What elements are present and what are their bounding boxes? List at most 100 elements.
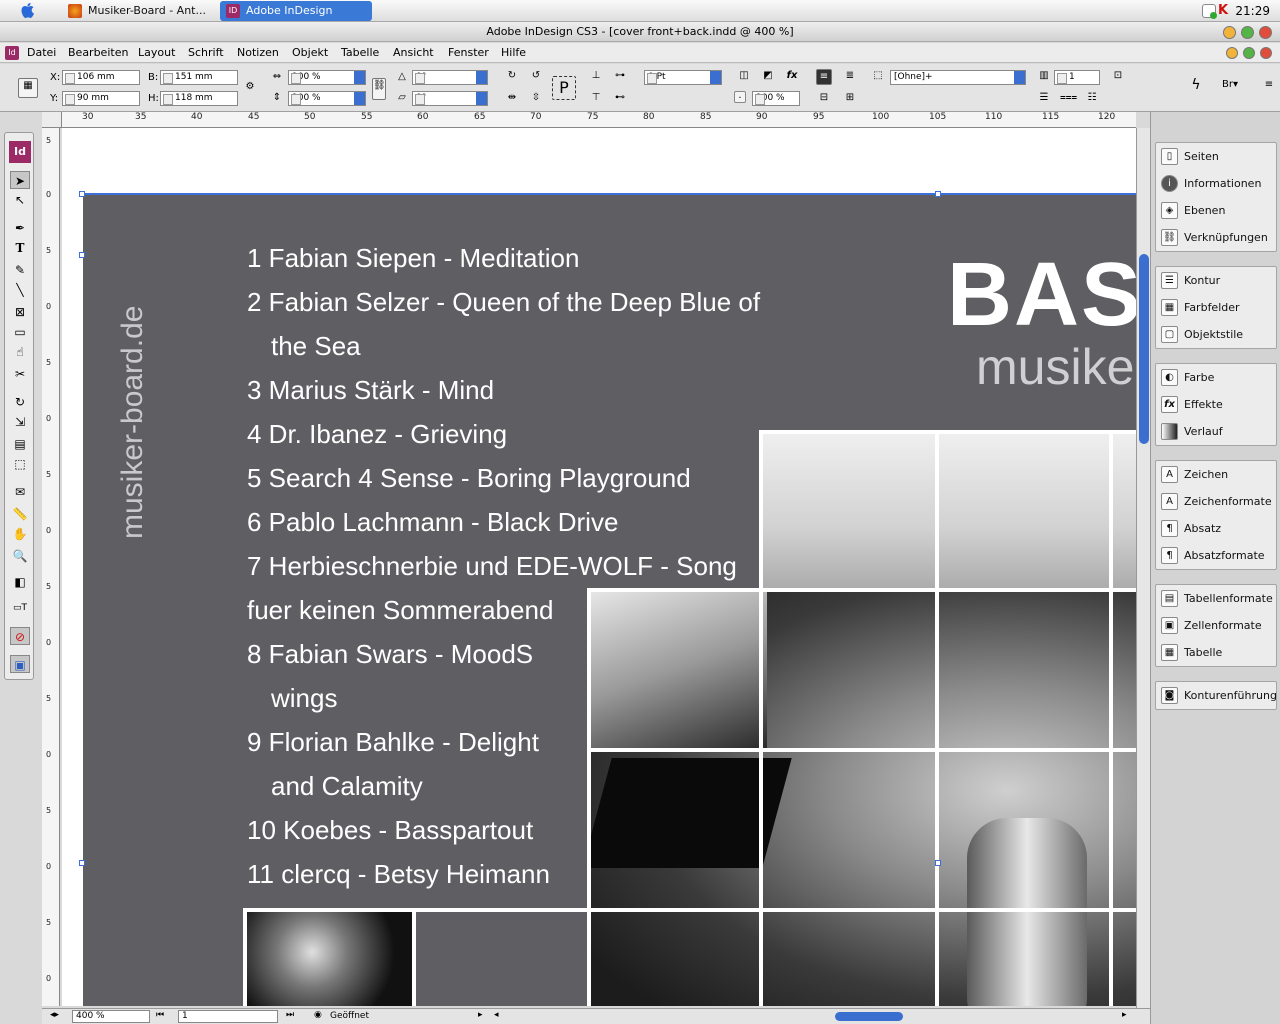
- height-field[interactable]: 118 mm: [160, 91, 238, 106]
- panel-object-styles[interactable]: ▢ Objektstile: [1156, 321, 1276, 348]
- menu-notizen[interactable]: Notizen: [237, 43, 279, 63]
- align-center-icon[interactable]: ⊞: [842, 91, 858, 107]
- measure-tool-icon[interactable]: 📏: [10, 505, 30, 523]
- formatting-container-icon[interactable]: ▭T: [10, 599, 30, 617]
- menu-layout[interactable]: Layout: [138, 43, 175, 63]
- menu-bearbeiten[interactable]: Bearbeiten: [68, 43, 128, 63]
- panel-character[interactable]: A Zeichen: [1156, 461, 1276, 488]
- rotation-field[interactable]: 0°: [412, 70, 488, 85]
- panel-links[interactable]: ⛓ Verknüpfungen: [1156, 224, 1276, 251]
- width-field[interactable]: 151 mm: [160, 70, 238, 85]
- horizontal-ruler[interactable]: 30 35 40 45 50 55 60 65 70 75 80 85 90 9…: [62, 112, 1136, 128]
- select-container-icon[interactable]: ⊥: [588, 69, 604, 85]
- object-style-dropdown[interactable]: [Ohne]+: [890, 70, 1026, 85]
- bass-photo-top[interactable]: [759, 431, 1136, 591]
- stroke-weight-field[interactable]: 0 Pt: [644, 70, 722, 85]
- text-wrap-options-icon[interactable]: ⩶: [1060, 91, 1077, 107]
- menu-schrift[interactable]: Schrift: [188, 43, 224, 63]
- panel-info[interactable]: i Informationen: [1156, 170, 1276, 197]
- brand-subtitle[interactable]: musike: [976, 338, 1134, 396]
- text-frame-icon[interactable]: ≡: [816, 69, 832, 85]
- constrain-icon[interactable]: ⚙: [244, 80, 256, 96]
- scroll-left-icon[interactable]: ◂: [494, 1010, 499, 1020]
- panel-table[interactable]: ▦ Tabelle: [1156, 639, 1276, 666]
- rotate-cw-icon[interactable]: ↻: [504, 69, 520, 85]
- zoom-field[interactable]: 400 %: [72, 1010, 150, 1023]
- lightning-icon[interactable]: ϟ: [1188, 78, 1204, 94]
- align-top-icon[interactable]: ⊟: [816, 91, 832, 107]
- pen-tool-icon[interactable]: ✒: [10, 219, 30, 237]
- apple-icon[interactable]: [20, 3, 36, 19]
- constrain-proportions-icon[interactable]: ⛓: [372, 78, 386, 100]
- preflight-icon[interactable]: ◉: [314, 1010, 322, 1020]
- panel-layers[interactable]: ◈ Ebenen: [1156, 197, 1276, 224]
- view-toggle-icon[interactable]: ◂▸: [50, 1010, 59, 1020]
- y-position-field[interactable]: 90 mm: [62, 91, 140, 106]
- panel-effects[interactable]: fx Effekte: [1156, 391, 1276, 418]
- rotate-ccw-icon[interactable]: ↺: [528, 69, 544, 85]
- panel-color[interactable]: ◐ Farbe: [1156, 364, 1276, 391]
- selection-handle[interactable]: [79, 191, 85, 197]
- menu-objekt[interactable]: Objekt: [292, 43, 328, 63]
- note-tool-icon[interactable]: ✉: [10, 483, 30, 501]
- zoom-button[interactable]: [1241, 26, 1254, 39]
- scale-x-field[interactable]: 100 %: [288, 70, 366, 85]
- selection-handle[interactable]: [79, 252, 85, 258]
- button-tool-icon[interactable]: ☝: [10, 343, 30, 361]
- drop-shadow-icon[interactable]: ◩: [760, 69, 776, 85]
- panel-pages[interactable]: ▯ Seiten: [1156, 143, 1276, 170]
- flip-h-icon[interactable]: ⇹: [504, 91, 520, 107]
- panel-gradient[interactable]: Verlauf: [1156, 418, 1276, 445]
- select-content-icon[interactable]: ⊤: [588, 91, 604, 107]
- hand-tool-icon[interactable]: ✋: [10, 525, 30, 543]
- scale-tool-icon[interactable]: ⇲: [10, 413, 30, 431]
- type-tool-icon[interactable]: T: [10, 239, 30, 257]
- panel-stroke[interactable]: ☰ Kontur: [1156, 267, 1276, 294]
- doc-close-button[interactable]: [1260, 47, 1272, 59]
- vertical-url-text-frame[interactable]: musiker-board.de: [112, 249, 152, 539]
- selection-handle[interactable]: [935, 860, 941, 866]
- shear-field[interactable]: 0°: [412, 91, 488, 106]
- ruler-origin[interactable]: [42, 112, 62, 128]
- view-mode-icon[interactable]: ▣: [10, 655, 30, 673]
- fit-frame-icon[interactable]: ◫: [736, 69, 752, 85]
- gradient-tool-icon[interactable]: ▤: [10, 435, 30, 453]
- scissors-tool-icon[interactable]: ✂: [10, 365, 30, 383]
- doc-zoom-button[interactable]: [1243, 47, 1255, 59]
- chat-status-icon[interactable]: [1202, 4, 1217, 19]
- first-page-icon[interactable]: ⏮: [156, 1010, 164, 1020]
- fill-stroke-icon[interactable]: ◧: [10, 573, 30, 591]
- rectangle-tool-icon[interactable]: ▭: [10, 323, 30, 341]
- bass-photo-small[interactable]: [245, 912, 413, 1006]
- auto-fit-icon[interactable]: ⊡: [1110, 69, 1126, 85]
- vertical-justify-icon[interactable]: ☷: [1084, 91, 1100, 107]
- x-position-field[interactable]: 106 mm: [62, 70, 140, 85]
- panel-cell-styles[interactable]: ▣ Zellenformate: [1156, 612, 1276, 639]
- text-align-icon[interactable]: ☰: [1036, 91, 1052, 107]
- close-button[interactable]: [1259, 26, 1272, 39]
- free-transform-tool-icon[interactable]: ⬚: [10, 455, 30, 473]
- status-menu-icon[interactable]: ▸: [478, 1010, 483, 1020]
- indesign-app-icon[interactable]: Id: [5, 46, 19, 60]
- panel-paragraph[interactable]: ¶ Absatz: [1156, 515, 1276, 542]
- vertical-scroll-thumb[interactable]: [1139, 254, 1149, 444]
- vertical-scrollbar[interactable]: [1136, 128, 1150, 1008]
- menu-fenster[interactable]: Fenster: [448, 43, 489, 63]
- antivirus-icon[interactable]: K: [1218, 4, 1232, 18]
- rotate-tool-icon[interactable]: ↻: [10, 393, 30, 411]
- scale-y-field[interactable]: 100 %: [288, 91, 366, 106]
- selection-tool-icon[interactable]: ➤: [10, 171, 30, 189]
- panel-paragraph-styles[interactable]: ¶ Absatzformate: [1156, 542, 1276, 569]
- select-prev-icon[interactable]: ⊷: [612, 91, 628, 107]
- browser-tab-musiker-board[interactable]: Musiker-Board - Ant...: [62, 1, 214, 21]
- zoom-tool-icon[interactable]: 🔍: [10, 547, 30, 565]
- columns-field[interactable]: 1: [1054, 70, 1100, 85]
- menu-tabelle[interactable]: Tabelle: [341, 43, 379, 63]
- minimize-button[interactable]: [1223, 26, 1236, 39]
- menu-hilfe[interactable]: Hilfe: [501, 43, 526, 63]
- fx-icon[interactable]: fx: [784, 69, 800, 85]
- brand-title[interactable]: BASS: [947, 244, 1136, 347]
- selection-handle[interactable]: [935, 191, 941, 197]
- opacity-field[interactable]: 100 %: [752, 91, 800, 106]
- tracklist-text-frame[interactable]: 1 Fabian Siepen - Meditation 2 Fabian Se…: [247, 236, 767, 896]
